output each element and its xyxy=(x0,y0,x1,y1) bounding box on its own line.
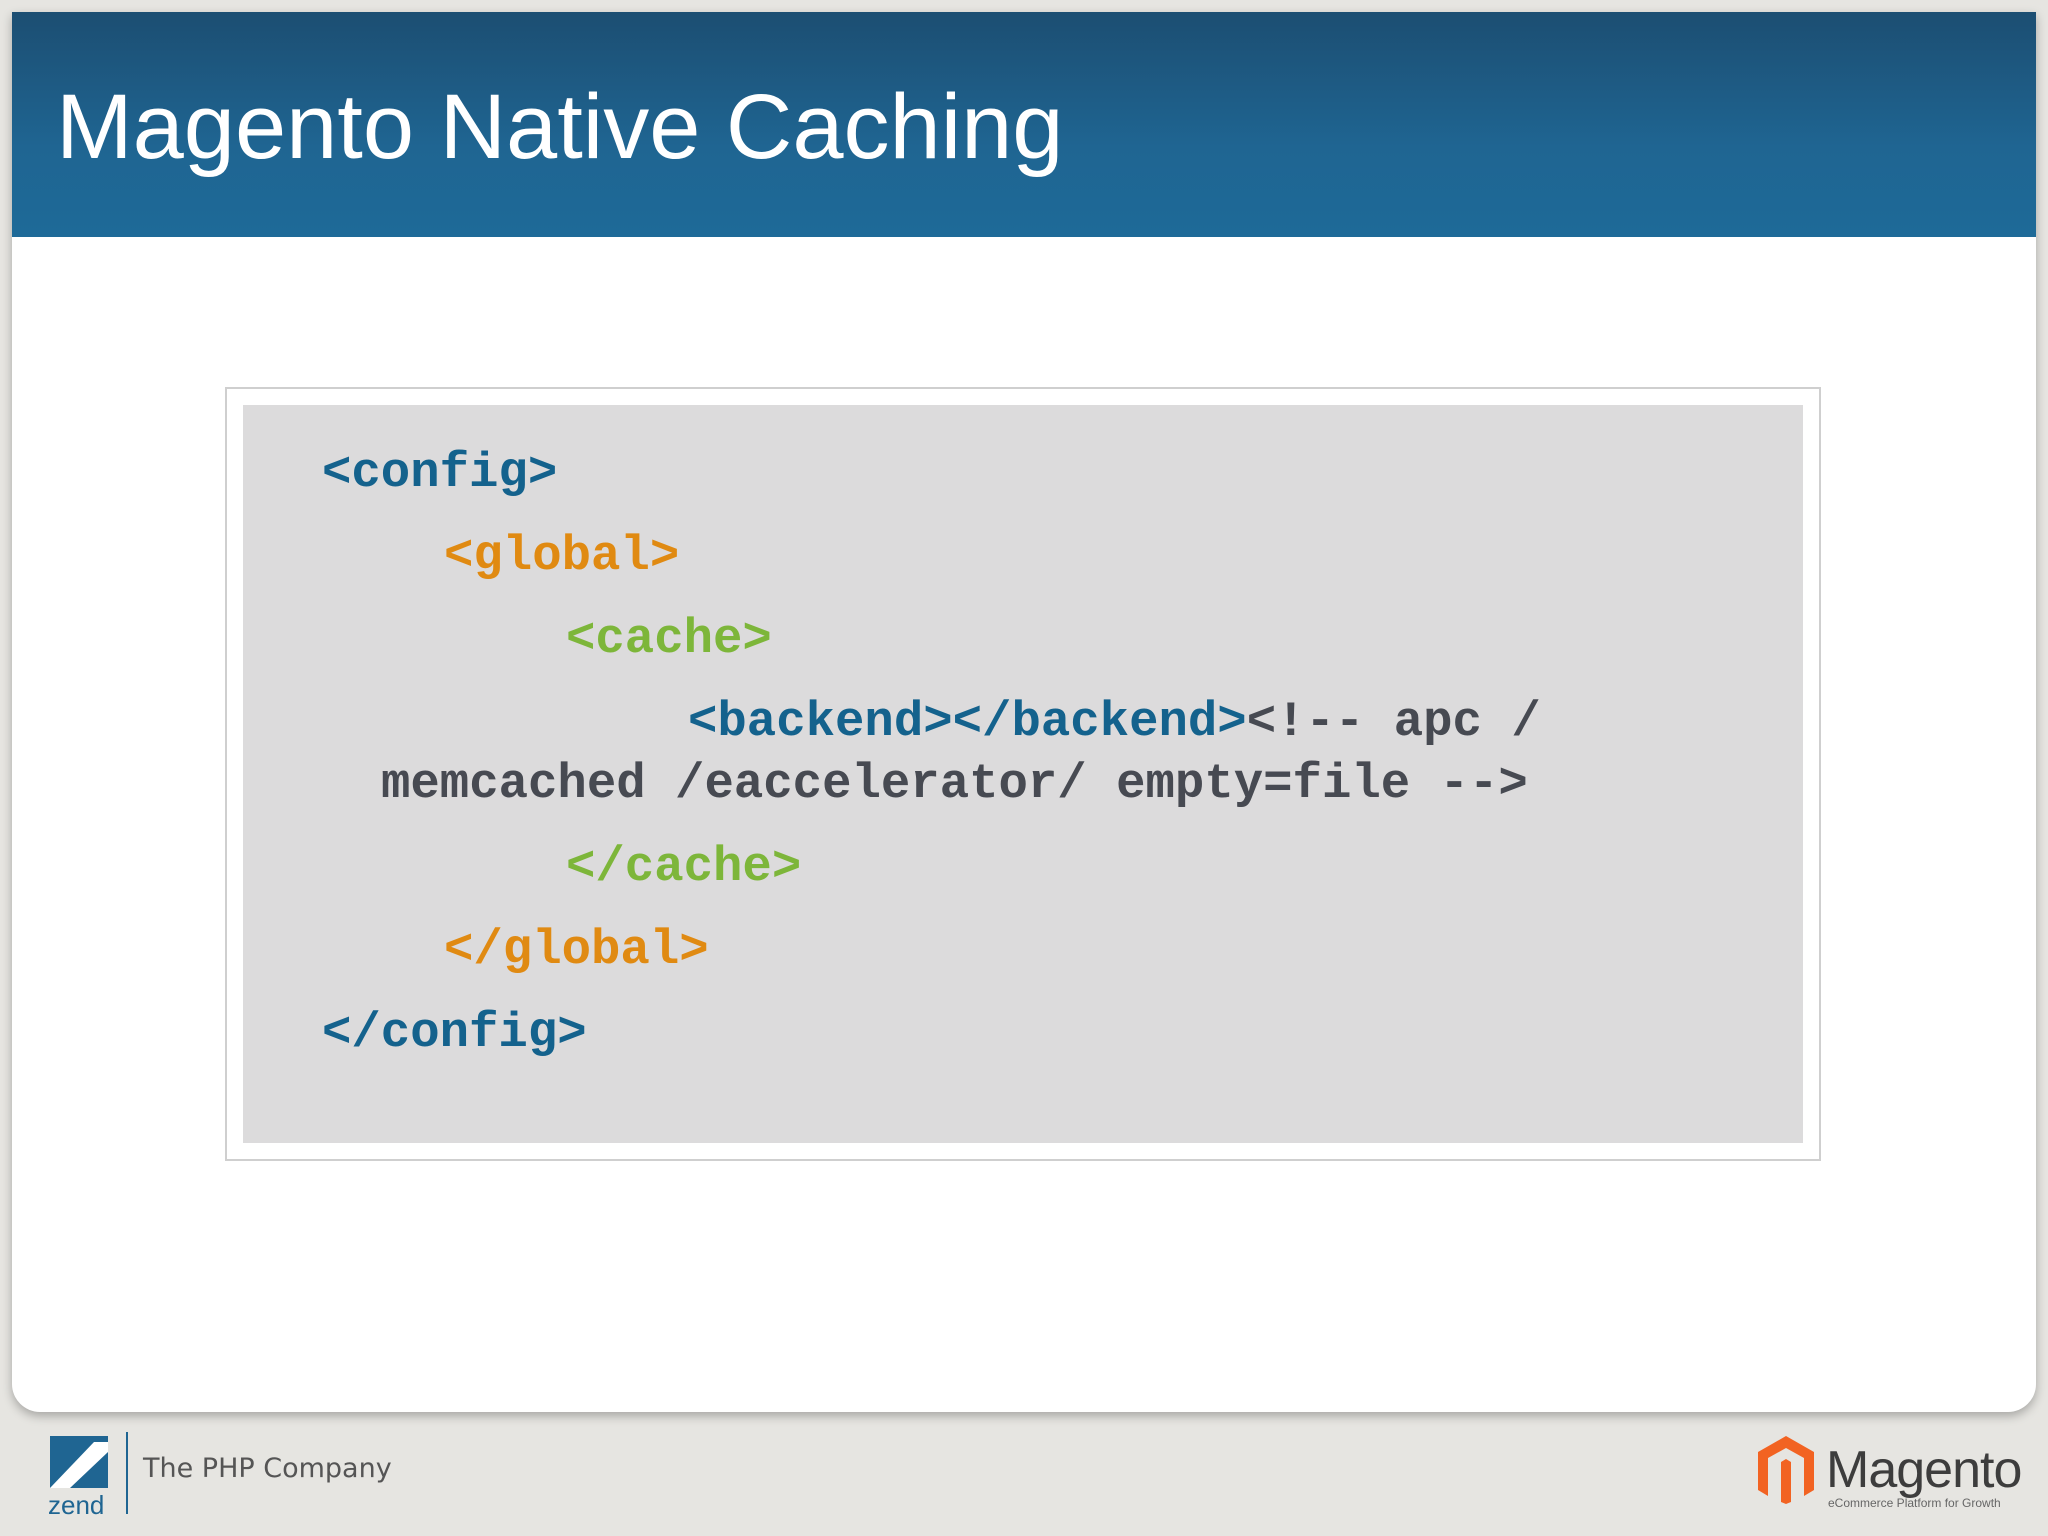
code-line-config-open: <config> xyxy=(322,445,558,501)
code-line-comment-end: memcached /eaccelerator/ empty=file --> xyxy=(381,756,1528,812)
zend-logo-icon: zend xyxy=(48,1436,108,1516)
code-line-backend: <backend></backend><!-- apc / xyxy=(688,691,1541,753)
code-line-config-close: </config> xyxy=(322,1005,587,1061)
magento-wordmark: Magento xyxy=(1826,1441,2022,1499)
title-bar: Magento Native Caching xyxy=(12,12,2036,237)
magento-logo-icon xyxy=(1758,1436,1814,1504)
code-line-global-close: </global> xyxy=(444,922,709,978)
zend-logo-text: zend xyxy=(48,1490,104,1516)
slide-title: Magento Native Caching xyxy=(56,76,1064,178)
footer-divider xyxy=(126,1432,128,1514)
code-line-global-open: <global> xyxy=(444,528,680,584)
code-line-cache-open: <cache> xyxy=(566,611,772,667)
code-line-cache-close: </cache> xyxy=(566,839,802,895)
footer-tagline: The PHP Company xyxy=(143,1453,392,1484)
code-backend-tag: <backend></backend> xyxy=(688,694,1247,750)
magento-tagline: eCommerce Platform for Growth xyxy=(1828,1496,2001,1510)
code-comment-start: <!-- apc / xyxy=(1246,694,1541,750)
